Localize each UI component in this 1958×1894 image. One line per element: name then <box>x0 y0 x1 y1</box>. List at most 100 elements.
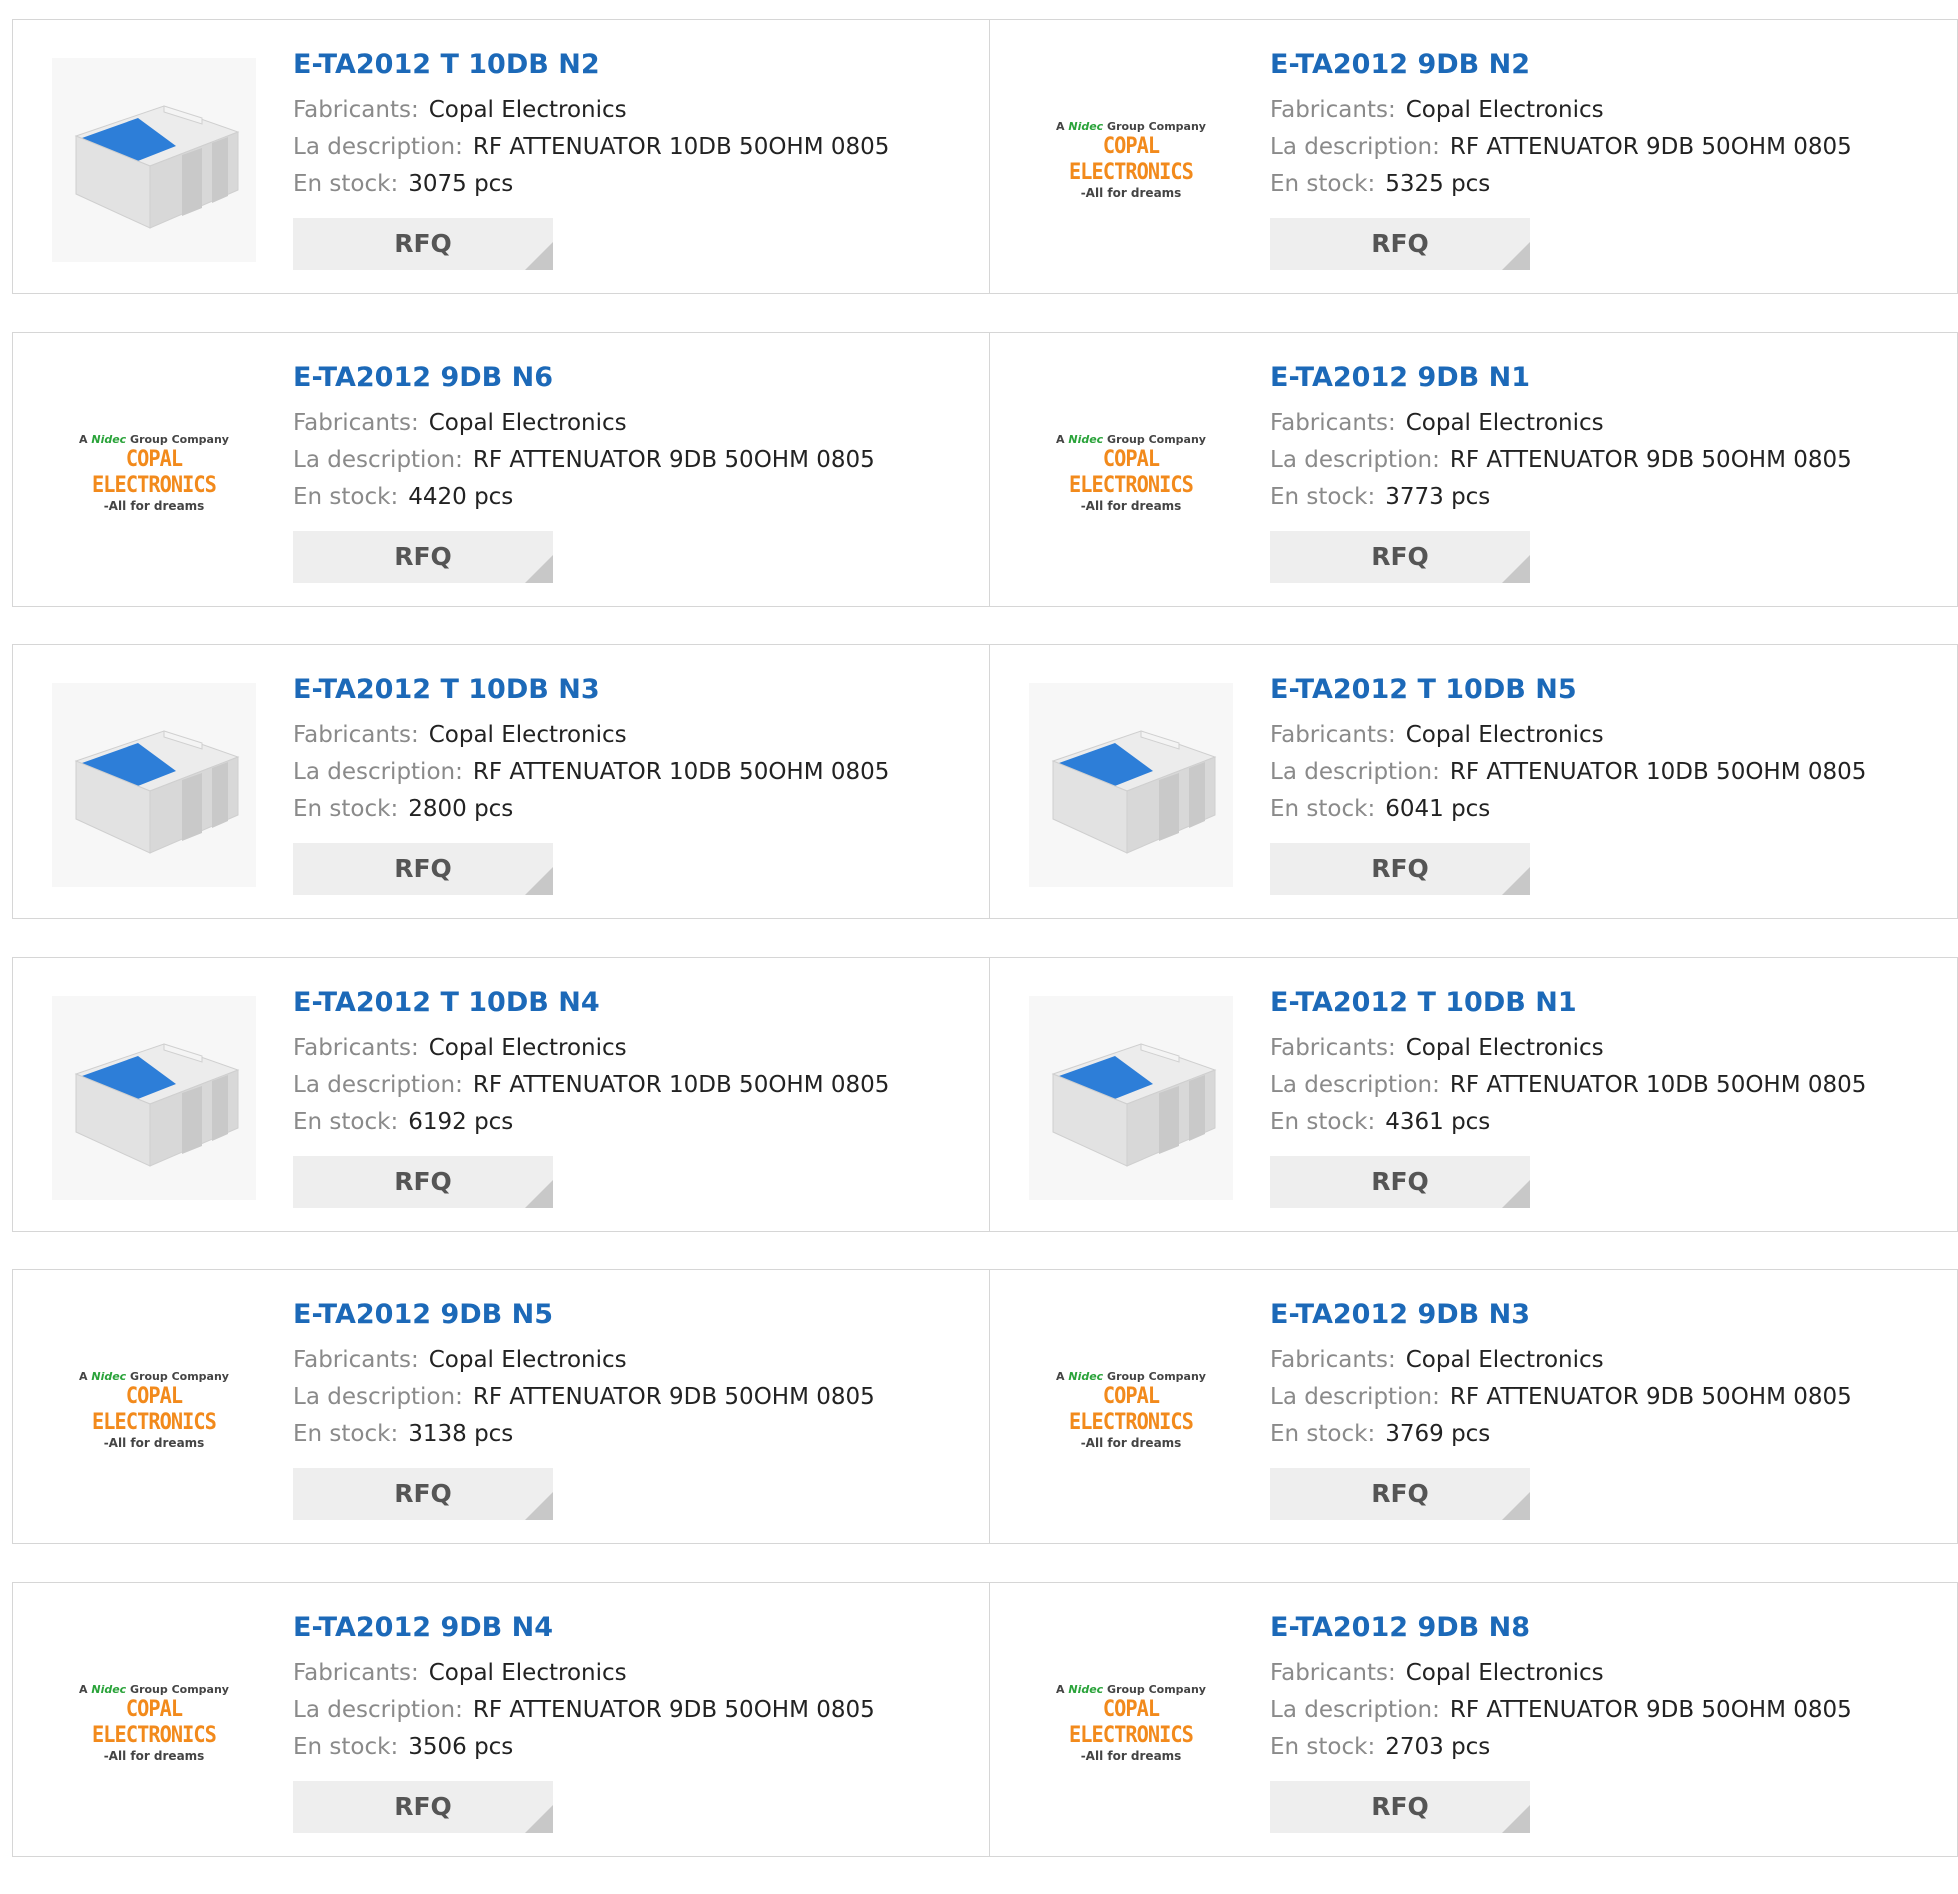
rfq-button[interactable]: RFQ <box>1270 530 1530 583</box>
product-part-number-link[interactable]: E-TA2012 9DB N4 <box>293 1611 979 1645</box>
product-thumbnail[interactable] <box>52 995 256 1200</box>
product-part-number-link[interactable]: E-TA2012 9DB N6 <box>293 361 979 395</box>
description-line: La description: RF ATTENUATOR 9DB 50OHM 0… <box>1270 129 1947 166</box>
rfq-button[interactable]: RFQ <box>293 218 553 270</box>
stock-line: En stock: 2800 pcs <box>293 791 979 828</box>
rfq-button[interactable]: RFQ <box>1270 843 1530 895</box>
stock-line: En stock: 3506 pcs <box>293 1729 979 1766</box>
rfq-label: RFQ <box>1371 854 1429 883</box>
stock-value: 2703 pcs <box>1385 1733 1491 1760</box>
product-info: E-TA2012 9DB N2 Fabricants: Copal Electron… <box>1270 48 1947 270</box>
product-thumbnail[interactable] <box>52 58 256 262</box>
product-card: A Nidec Group Company COPAL ELECTRONICS … <box>990 19 1958 294</box>
description-label: La description: <box>293 1696 463 1723</box>
stock-label: En stock: <box>1270 483 1376 510</box>
description-label: La description: <box>293 1071 463 1098</box>
rfq-button[interactable]: RFQ <box>1270 1155 1530 1208</box>
rfq-button[interactable]: RFQ <box>1270 218 1530 270</box>
manufacturer-line: Fabricants: Copal Electronics <box>1270 1342 1947 1379</box>
manufacturer-line: Fabricants: Copal Electronics <box>1270 1655 1947 1692</box>
manufacturer-line: Fabricants: Copal Electronics <box>293 92 979 129</box>
rfq-button[interactable]: RFQ <box>293 1155 553 1208</box>
rfq-corner-decoration <box>525 867 553 895</box>
stock-value: 3506 pcs <box>408 1733 514 1760</box>
product-card: A Nidec Group Company COPAL ELECTRONICS … <box>990 331 1958 607</box>
product-thumbnail[interactable] <box>1029 995 1233 1200</box>
product-thumbnail[interactable] <box>52 683 256 887</box>
product-part-number-link[interactable]: E-TA2012 T 10DB N1 <box>1270 986 1947 1020</box>
description-value: RF ATTENUATOR 9DB 50OHM 0805 <box>1449 446 1852 473</box>
product-thumbnail[interactable]: A Nidec Group Company COPAL ELECTRONICS … <box>52 1621 256 1825</box>
product-info: E-TA2012 9DB N4 Fabricants: Copal Electron… <box>293 1611 979 1833</box>
product-row: E-TA2012 T 10DB N4 Fabricants: Copal Elect… <box>12 956 1958 1232</box>
product-thumbnail[interactable]: A Nidec Group Company COPAL ELECTRONICS … <box>52 1308 256 1512</box>
product-thumbnail[interactable] <box>1029 683 1233 887</box>
product-card: A Nidec Group Company COPAL ELECTRONICS … <box>12 1269 990 1544</box>
description-label: La description: <box>1270 1071 1440 1098</box>
product-row: A Nidec Group Company COPAL ELECTRONICS … <box>12 1581 1958 1857</box>
description-label: La description: <box>1270 1696 1440 1723</box>
product-thumbnail[interactable]: A Nidec Group Company COPAL ELECTRONICS … <box>1029 1308 1233 1512</box>
product-part-number-link[interactable]: E-TA2012 T 10DB N4 <box>293 986 979 1020</box>
description-line: La description: RF ATTENUATOR 10DB 50OHM … <box>1270 754 1947 791</box>
manufacturer-label: Fabricants: <box>1270 1034 1396 1061</box>
manufacturer-label: Fabricants: <box>293 722 419 748</box>
manufacturer-label: Fabricants: <box>293 1659 419 1686</box>
product-card: E-TA2012 T 10DB N5 Fabricants: Copal Elect… <box>990 644 1958 919</box>
product-part-number-link[interactable]: E-TA2012 9DB N3 <box>1270 1298 1947 1332</box>
product-card: E-TA2012 T 10DB N2 Fabricants: Copal Elect… <box>12 19 990 294</box>
stock-label: En stock: <box>293 1108 399 1135</box>
rfq-label: RFQ <box>1371 541 1429 571</box>
rfq-button[interactable]: RFQ <box>293 530 553 583</box>
stock-value: 6041 pcs <box>1385 796 1491 822</box>
rfq-button[interactable]: RFQ <box>1270 1780 1530 1833</box>
rfq-label: RFQ <box>394 854 452 883</box>
product-part-number-link[interactable]: E-TA2012 9DB N5 <box>293 1298 979 1332</box>
description-value: RF ATTENUATOR 9DB 50OHM 0805 <box>472 1384 875 1410</box>
rfq-corner-decoration <box>1502 1804 1530 1833</box>
product-card: E-TA2012 T 10DB N1 Fabricants: Copal Elect… <box>990 956 1958 1232</box>
description-line: La description: RF ATTENUATOR 9DB 50OHM 0… <box>1270 442 1947 479</box>
manufacturer-value: Copal Electronics <box>1405 409 1604 436</box>
manufacturer-value: Copal Electronics <box>1405 1659 1604 1686</box>
manufacturer-value: Copal Electronics <box>1405 722 1604 748</box>
product-thumbnail[interactable]: A Nidec Group Company COPAL ELECTRONICS … <box>1029 1621 1233 1825</box>
product-part-number-link[interactable]: E-TA2012 9DB N1 <box>1270 361 1947 395</box>
stock-label: En stock: <box>1270 1421 1376 1447</box>
stock-line: En stock: 4420 pcs <box>293 479 979 516</box>
rfq-button[interactable]: RFQ <box>293 1780 553 1833</box>
rfq-label: RFQ <box>1371 1166 1429 1196</box>
product-thumbnail[interactable]: A Nidec Group Company COPAL ELECTRONICS … <box>52 371 256 575</box>
manufacturer-line: Fabricants: Copal Electronics <box>1270 1030 1947 1067</box>
copal-electronics-logo: A Nidec Group Company COPAL ELECTRONICS … <box>1056 1370 1206 1450</box>
rfq-button[interactable]: RFQ <box>293 1468 553 1520</box>
stock-value: 6192 pcs <box>408 1108 514 1135</box>
product-thumbnail[interactable]: A Nidec Group Company COPAL ELECTRONICS … <box>1029 58 1233 262</box>
description-line: La description: RF ATTENUATOR 9DB 50OHM 0… <box>293 1692 979 1729</box>
stock-line: En stock: 2703 pcs <box>1270 1729 1947 1766</box>
product-part-number-link[interactable]: E-TA2012 T 10DB N3 <box>293 673 979 707</box>
rfq-label: RFQ <box>1371 1479 1429 1508</box>
product-part-number-link[interactable]: E-TA2012 T 10DB N5 <box>1270 673 1947 707</box>
description-value: RF ATTENUATOR 9DB 50OHM 0805 <box>472 446 875 473</box>
manufacturer-line: Fabricants: Copal Electronics <box>293 405 979 442</box>
manufacturer-value: Copal Electronics <box>428 722 627 748</box>
copal-electronics-logo: A Nidec Group Company COPAL ELECTRONICS … <box>79 1682 229 1763</box>
product-thumbnail[interactable]: A Nidec Group Company COPAL ELECTRONICS … <box>1029 371 1233 575</box>
description-label: La description: <box>1270 134 1440 160</box>
stock-label: En stock: <box>1270 1733 1376 1760</box>
product-part-number-link[interactable]: E-TA2012 9DB N2 <box>1270 48 1947 82</box>
description-value: RF ATTENUATOR 10DB 50OHM 0805 <box>1449 759 1867 785</box>
description-value: RF ATTENUATOR 10DB 50OHM 0805 <box>1449 1071 1867 1098</box>
copal-electronics-logo: A Nidec Group Company COPAL ELECTRONICS … <box>1056 432 1206 513</box>
manufacturer-line: Fabricants: Copal Electronics <box>1270 717 1947 754</box>
product-info: E-TA2012 9DB N8 Fabricants: Copal Electron… <box>1270 1611 1947 1833</box>
product-part-number-link[interactable]: E-TA2012 9DB N8 <box>1270 1611 1947 1645</box>
rfq-button[interactable]: RFQ <box>1270 1468 1530 1520</box>
product-part-number-link[interactable]: E-TA2012 T 10DB N2 <box>293 48 979 82</box>
manufacturer-line: Fabricants: Copal Electronics <box>293 1030 979 1067</box>
rfq-corner-decoration <box>1502 242 1530 270</box>
rfq-button[interactable]: RFQ <box>293 843 553 895</box>
rfq-corner-decoration <box>525 242 553 270</box>
description-label: La description: <box>1270 446 1440 473</box>
